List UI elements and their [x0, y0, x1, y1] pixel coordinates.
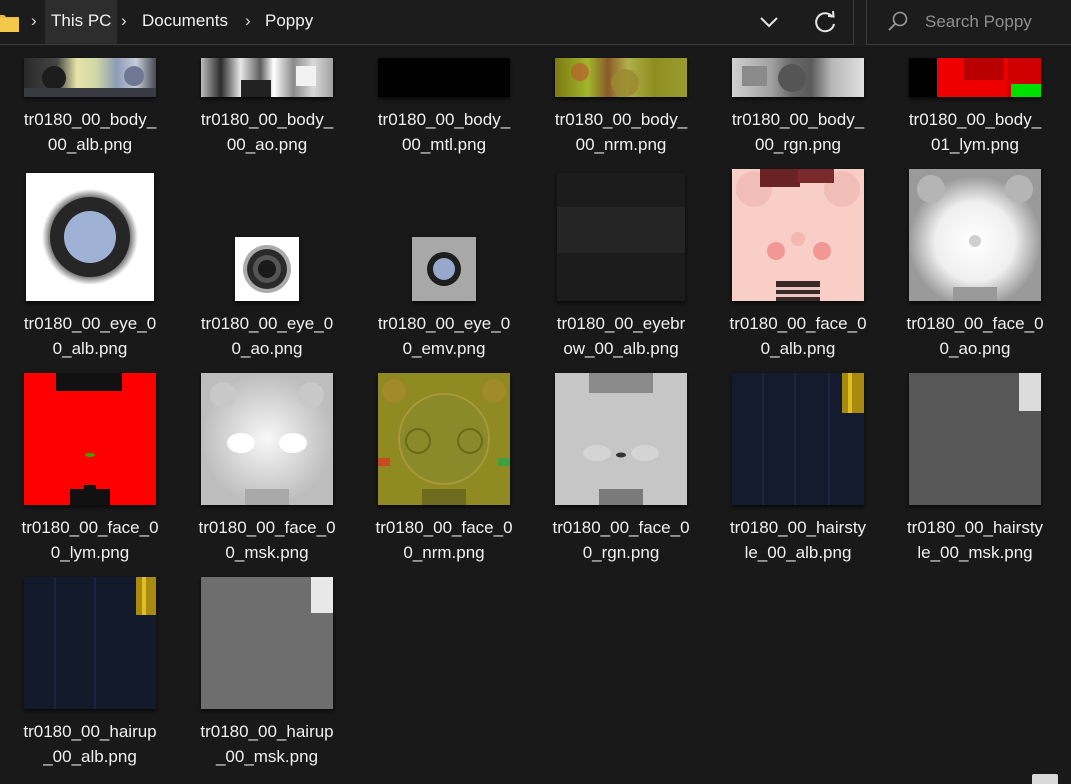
file-thumbnail-hairup-msk [201, 577, 333, 709]
explorer-toolbar: › This PC › Documents › Poppy [0, 0, 1071, 46]
breadcrumb-poppy[interactable]: Poppy [259, 0, 319, 44]
file-name: tr0180_00_face_0 0_lym.png [21, 518, 159, 562]
file-item[interactable]: tr0180_00_eye_0 0_ao.png [189, 160, 345, 360]
file-thumbnail-face-rgn [555, 373, 687, 505]
file-item[interactable]: tr0180_00_hairup _00_alb.png [12, 568, 168, 768]
file-item[interactable]: tr0180_00_face_0 0_msk.png [189, 364, 345, 564]
file-item[interactable]: tr0180_00_face_0 0_ao.png [897, 160, 1053, 360]
thumb-art [201, 373, 333, 505]
search-input[interactable] [925, 0, 1065, 44]
thumb-art [243, 245, 291, 293]
file-thumbnail-face-nrm [378, 373, 510, 505]
thumb-art [732, 373, 864, 505]
file-name: tr0180_00_eye_0 0_ao.png [200, 314, 334, 358]
file-thumbnail-eye-ao [235, 237, 299, 301]
scrollbar-thumb[interactable] [1032, 774, 1058, 784]
file-item[interactable]: tr0180_00_eyebr ow_00_alb.png [543, 160, 699, 360]
thumb-art [378, 373, 510, 505]
chevron-down-icon[interactable] [753, 8, 785, 36]
thumb-art [742, 64, 806, 92]
file-name: tr0180_00_hairup _00_alb.png [23, 722, 157, 766]
file-thumbnail-hairstyle-alb [732, 373, 864, 505]
file-thumbnail-face-msk [201, 373, 333, 505]
file-thumbnail-body-ao [201, 58, 333, 97]
search-icon [888, 11, 908, 31]
file-item[interactable]: tr0180_00_hairsty le_00_msk.png [897, 364, 1053, 564]
file-name: tr0180_00_hairsty le_00_msk.png [906, 518, 1044, 562]
file-name: tr0180_00_face_0 0_nrm.png [375, 518, 513, 562]
file-thumbnail-hairstyle-msk [909, 373, 1041, 505]
thumb-art [909, 58, 1041, 97]
file-thumbnail-body-rgn [732, 58, 864, 97]
thumb-art [427, 252, 461, 286]
file-name: tr0180_00_face_0 0_rgn.png [552, 518, 690, 562]
file-item[interactable]: tr0180_00_face_0 0_nrm.png [366, 364, 522, 564]
thumb-art [42, 189, 138, 285]
file-name: tr0180_00_face_0 0_ao.png [906, 314, 1044, 358]
breadcrumb-this-pc[interactable]: This PC [45, 0, 118, 44]
address-bar[interactable]: › This PC › Documents › Poppy [0, 0, 854, 45]
file-name: tr0180_00_hairsty le_00_alb.png [729, 518, 867, 562]
file-thumbnail-body-nrm [555, 58, 687, 97]
file-item[interactable]: tr0180_00_eye_0 0_emv.png [366, 160, 522, 360]
folder-icon [0, 15, 19, 32]
file-name: tr0180_00_eye_0 0_emv.png [377, 314, 511, 358]
file-name: tr0180_00_eye_0 0_alb.png [23, 314, 157, 358]
file-name: tr0180_00_body_ 01_lym.png [908, 110, 1042, 154]
chevron-right-icon[interactable]: › [121, 11, 127, 31]
file-name: tr0180_00_body_ 00_alb.png [23, 110, 157, 154]
file-name: tr0180_00_hairup _00_msk.png [200, 722, 334, 766]
thumb-art [555, 373, 687, 505]
chevron-right-icon: › [31, 11, 37, 30]
file-thumbnail-face-lym [24, 373, 156, 505]
thumb-art [56, 373, 122, 505]
file-thumbnail-face-alb [732, 169, 864, 301]
file-name: tr0180_00_body_ 00_nrm.png [554, 110, 688, 154]
file-item[interactable]: tr0180_00_eye_0 0_alb.png [12, 160, 168, 360]
file-thumbnail-body-mtl [378, 58, 510, 97]
thumb-art [24, 66, 156, 97]
thumb-art [24, 577, 156, 709]
file-item[interactable]: tr0180_00_face_0 0_lym.png [12, 364, 168, 564]
thumb-art [909, 169, 1041, 301]
thumb-art [1019, 373, 1041, 411]
file-thumbnail-hairup-alb [24, 577, 156, 709]
file-thumbnail-eye-emv [412, 237, 476, 301]
file-thumbnail-body-lym [909, 58, 1041, 97]
refresh-icon[interactable] [807, 6, 843, 38]
file-name: tr0180_00_body_ 00_ao.png [200, 110, 334, 154]
file-name: tr0180_00_eyebr ow_00_alb.png [556, 314, 686, 358]
file-thumbnail-body-alb [24, 58, 156, 97]
file-thumbnail-face-ao [909, 169, 1041, 301]
file-thumbnail-eye-alb [26, 173, 154, 301]
file-name: tr0180_00_body_ 00_mtl.png [377, 110, 511, 154]
file-item[interactable]: tr0180_00_face_0 0_rgn.png [543, 364, 699, 564]
file-name: tr0180_00_body_ 00_rgn.png [731, 110, 865, 154]
thumb-art [311, 577, 333, 613]
thumb-art [557, 207, 685, 253]
file-grid: tr0180_00_body_ 00_alb.png tr0180_00_bod… [0, 0, 1071, 784]
file-thumbnail-eyebrow-alb [557, 173, 685, 301]
file-name: tr0180_00_face_0 0_alb.png [729, 314, 867, 358]
chevron-right-icon[interactable]: › [245, 11, 251, 31]
file-item[interactable]: tr0180_00_hairup _00_msk.png [189, 568, 345, 768]
thumb-art [732, 169, 864, 301]
file-item[interactable]: tr0180_00_hairsty le_00_alb.png [720, 364, 876, 564]
breadcrumb-documents[interactable]: Documents [136, 0, 234, 44]
file-item[interactable]: tr0180_00_face_0 0_alb.png [720, 160, 876, 360]
file-name: tr0180_00_face_0 0_msk.png [198, 518, 336, 562]
thumb-art [241, 66, 316, 97]
thumb-art [571, 63, 639, 97]
search-box[interactable] [866, 0, 1071, 45]
